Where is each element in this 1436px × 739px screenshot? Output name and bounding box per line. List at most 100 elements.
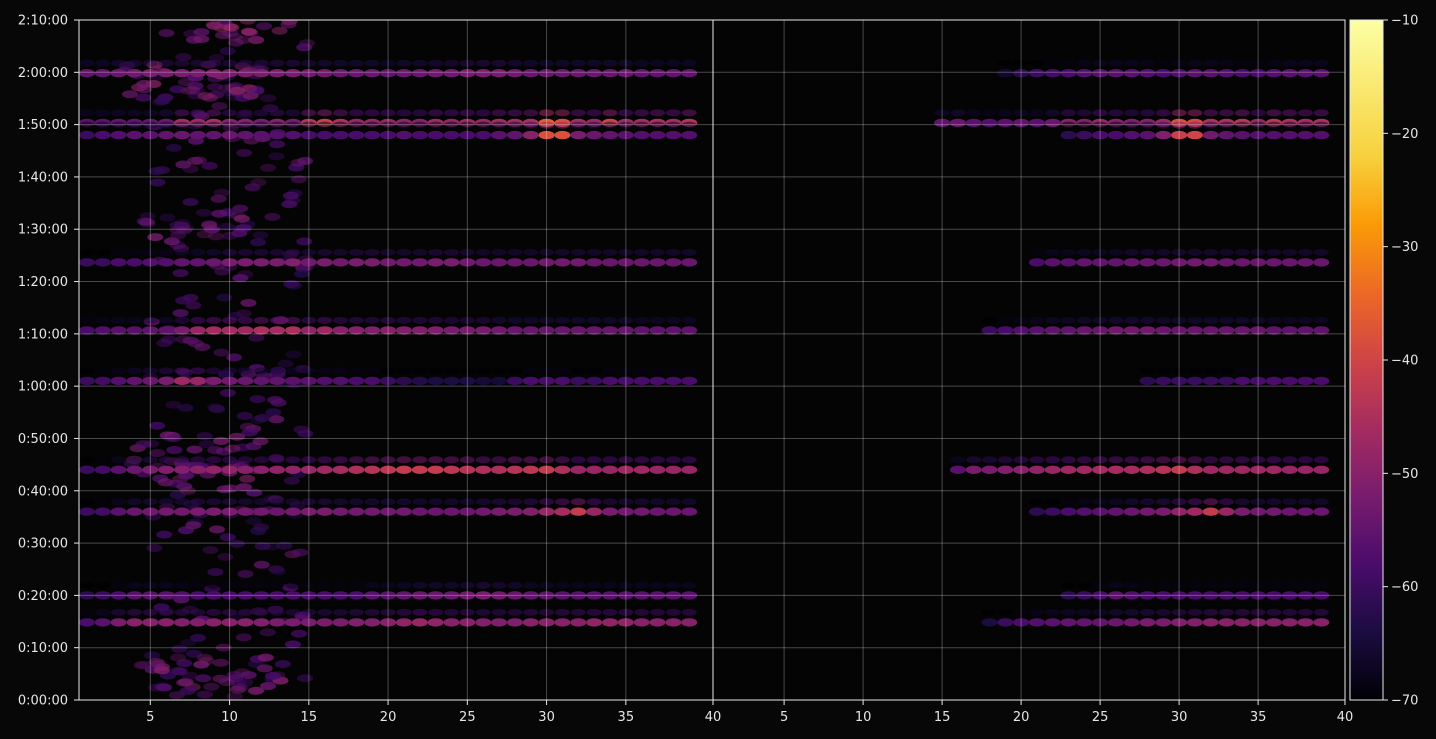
row-6-p1-cell-28	[506, 465, 523, 474]
cluster-5-blob-31	[196, 653, 213, 662]
row-4-p2-echo-23	[1061, 316, 1076, 324]
cluster-5-blob-23	[257, 653, 274, 662]
row-0-p1-echo-19	[364, 59, 380, 67]
row-9-p1-cell-36	[633, 618, 650, 627]
row-4-p1-echo-7	[174, 316, 190, 324]
row-2-p2-cell-26	[1107, 130, 1124, 140]
cluster-4-blob-8	[207, 446, 224, 455]
row-3-p1-echo-18	[348, 248, 364, 256]
row-7-p1-echo-19	[364, 498, 380, 506]
cluster-5-blob-34	[179, 687, 196, 695]
row-3-p2-echo-32	[1203, 248, 1219, 256]
row-0-p1-echo-33	[586, 59, 602, 67]
row-6-p1-cell-1	[79, 465, 95, 474]
row-4-p2-cell-36	[1265, 326, 1282, 335]
row-3-p1-cell-11	[237, 258, 254, 267]
row-5-p1-echo-24	[444, 367, 459, 375]
row-5-p1-cell-31	[554, 376, 571, 386]
row-6-p1-cell-8	[189, 465, 206, 474]
row-7-p1-echo-9	[206, 498, 222, 506]
cluster-0-blob-224	[209, 525, 225, 534]
row-7-p2-echo-34	[1234, 498, 1250, 506]
row-6-p1-echo-19	[364, 456, 380, 464]
row-0-p2-cell-26	[1107, 69, 1124, 78]
row-3-p1-cell-9	[205, 258, 222, 267]
cluster-4-blob-37	[166, 446, 183, 454]
row-7-p1-echo-23	[428, 498, 444, 506]
row-3-p2-echo-37	[1282, 248, 1298, 256]
row-1-p1-echo-4	[127, 109, 142, 117]
cluster-1-blob-16	[223, 23, 240, 32]
row-6-p1-echo-6	[158, 456, 174, 464]
cluster-4-blob-38	[172, 480, 189, 488]
p1-xtick-label-30: 30	[538, 710, 555, 725]
row-0-p1-cell-16	[316, 69, 333, 78]
row-2-p1-cell-1	[79, 130, 95, 140]
right-panel-background	[713, 20, 1345, 700]
row-4-p1-echo-32	[570, 316, 586, 324]
row-0-p2-echo-22	[1045, 59, 1061, 67]
row-7-p2-cell-34	[1234, 507, 1251, 516]
cluster-0-blob-250	[201, 161, 218, 170]
row-4-p2-echo-22	[1045, 316, 1061, 324]
cluster-0-blob-170	[292, 548, 308, 557]
row-6-p1-cell-38	[665, 465, 682, 474]
row-9-p2-cell-28	[1139, 618, 1156, 627]
row-0-p2-echo-39	[1313, 59, 1329, 67]
row-9-p1-echo-28	[507, 608, 523, 616]
row-8-p1-echo-29	[523, 581, 539, 589]
row-6-p2-cell-37	[1281, 465, 1298, 474]
row-5-p2-echo-39	[1313, 367, 1329, 375]
row-3-p1-echo-14	[285, 248, 301, 256]
cluster-1-blob-14	[240, 27, 257, 36]
cluster-0-blob-198	[250, 527, 267, 535]
row-9-p2-echo-34	[1234, 608, 1250, 616]
row-9-p1-cell-12	[253, 618, 270, 627]
row-8-p1-echo-14	[285, 581, 301, 589]
cluster-0-blob-176	[228, 539, 245, 548]
row-7-p2-echo-31	[1187, 498, 1203, 506]
left-panel	[79, 20, 713, 700]
p2-xtick-label-35: 35	[1250, 710, 1267, 725]
row-7-p1-echo-2	[95, 498, 111, 506]
row-4-p1-cell-4	[126, 326, 143, 335]
row-4-p2-echo-36	[1266, 316, 1282, 324]
ytick-label-11: 1:50:00	[18, 118, 68, 133]
row-6-p1-cell-26	[475, 465, 492, 474]
cluster-5-blob-21	[256, 664, 273, 673]
cluster-0-blob-251	[194, 343, 211, 352]
row-0-p2-cell-34	[1234, 69, 1251, 78]
row-5-p1-echo-34	[602, 367, 618, 375]
row-9-p1-echo-32	[570, 608, 586, 616]
row-9-p1-cell-19	[364, 618, 381, 627]
row-0-p2-cell-27	[1123, 69, 1140, 78]
row-9-p1-echo-22	[412, 608, 428, 616]
cluster-0-blob-79	[158, 29, 175, 38]
row-0-p1-cell-34	[602, 69, 618, 78]
row-8-p2-echo-27	[1124, 581, 1140, 589]
row-6-p1-echo-33	[586, 456, 602, 464]
row-5-p2-cell-34	[1234, 376, 1251, 386]
row-4-p2-cell-21	[1028, 326, 1045, 335]
cluster-3-blob-12	[233, 214, 250, 223]
row-6-p2-cell-21	[1028, 465, 1045, 474]
row-9-p1-echo-21	[396, 608, 412, 616]
row-8-p1-echo-2	[95, 581, 111, 589]
row-9-p1-cell-24	[443, 618, 460, 627]
cluster-0-blob-254	[285, 350, 302, 359]
row-7-p1-cell-18	[348, 507, 365, 516]
cluster-5-blob-29	[150, 659, 167, 668]
row-4-p1-cell-9	[205, 326, 222, 335]
row-0-p2-echo-24	[1076, 59, 1092, 67]
row-4-p1-cell-18	[348, 326, 365, 335]
row-6-p1-echo-26	[475, 456, 491, 464]
row-5-p1-echo-26	[475, 367, 491, 375]
ytick-label-3: 0:30:00	[18, 537, 68, 552]
row-5-p1-echo-7	[174, 367, 190, 375]
cluster-5-blob-25	[274, 660, 291, 669]
row-0-p1-cell-13	[269, 69, 286, 78]
row-6-p1-echo-9	[206, 456, 222, 464]
row-4-p1-cell-22	[411, 326, 428, 335]
row-0-p2-echo-33	[1219, 59, 1234, 67]
row-1-p2-echo-18	[982, 109, 997, 117]
